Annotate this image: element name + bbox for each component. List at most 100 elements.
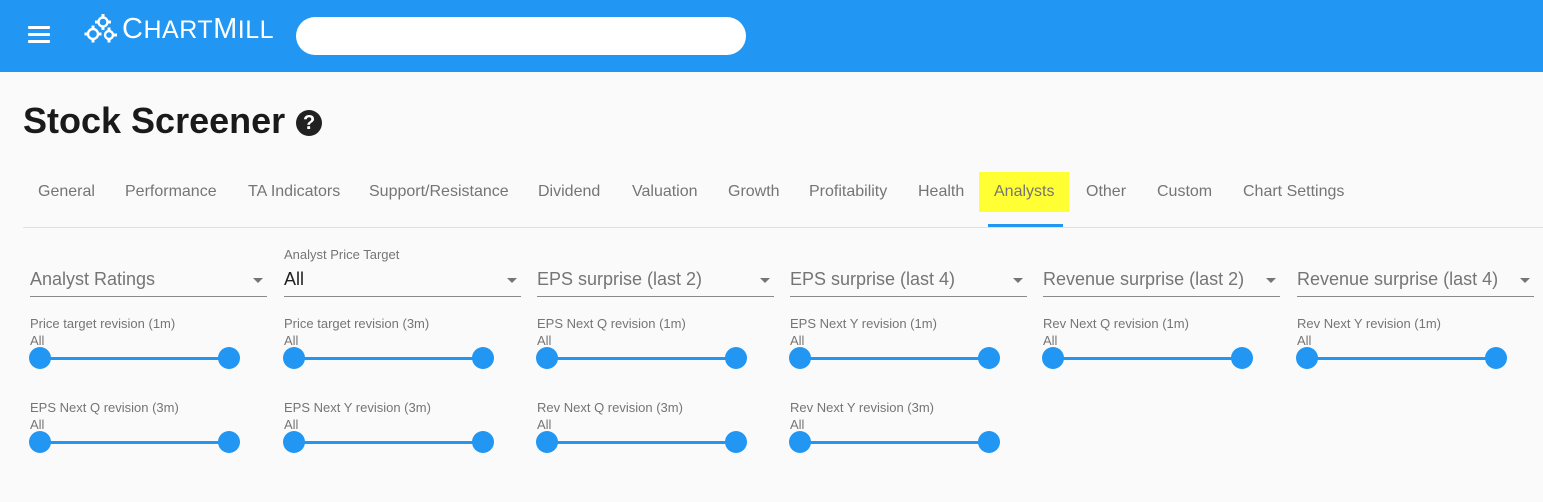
analyst-ratings-select[interactable]: Analyst Ratings (30, 253, 267, 297)
rev-next-q-revision-3m-slider: Rev Next Q revision (3m) All (536, 400, 757, 460)
slider-max-handle[interactable] (218, 431, 240, 453)
tab-performance[interactable]: Performance (125, 172, 217, 212)
slider-max-handle[interactable] (978, 431, 1000, 453)
slider-label: EPS Next Q revision (3m) (30, 400, 179, 415)
slider-track[interactable] (1306, 357, 1496, 360)
slider-min-handle[interactable] (789, 431, 811, 453)
slider-value: All (790, 417, 805, 432)
slider-value: All (284, 417, 299, 432)
eps-next-y-revision-1m-slider: EPS Next Y revision (1m) All (789, 316, 1010, 376)
slider-value: All (537, 417, 552, 432)
page-title-text: Stock Screener (23, 100, 286, 141)
dropdown-arrow-icon (507, 278, 517, 283)
revenue-surprise-last-2-select[interactable]: Revenue surprise (last 2) (1043, 253, 1280, 297)
gears-logo-icon (84, 14, 117, 43)
slider-max-handle[interactable] (218, 347, 240, 369)
slider-max-handle[interactable] (978, 347, 1000, 369)
slider-max-handle[interactable] (472, 347, 494, 369)
tab-profitability[interactable]: Profitability (809, 172, 887, 212)
slider-track[interactable] (799, 441, 989, 444)
slider-min-handle[interactable] (1296, 347, 1318, 369)
select-placeholder: Analyst Ratings (30, 269, 156, 289)
tab-chart-settings[interactable]: Chart Settings (1243, 172, 1344, 212)
slider-max-handle[interactable] (725, 431, 747, 453)
slider-min-handle[interactable] (536, 431, 558, 453)
eps-surprise-last-2-select[interactable]: EPS surprise (last 2) (537, 253, 774, 297)
slider-min-handle[interactable] (29, 431, 51, 453)
slider-max-handle[interactable] (1485, 347, 1507, 369)
slider-min-handle[interactable] (283, 347, 305, 369)
slider-track[interactable] (293, 441, 483, 444)
slider-min-handle[interactable] (283, 431, 305, 453)
select-placeholder: Revenue surprise (last 2) (1043, 269, 1245, 289)
tab-ta-indicators[interactable]: TA Indicators (248, 172, 340, 212)
tab-valuation[interactable]: Valuation (632, 172, 698, 212)
rev-next-y-revision-1m-slider: Rev Next Y revision (1m) All (1296, 316, 1517, 376)
slider-value: All (537, 333, 552, 348)
slider-track[interactable] (546, 441, 736, 444)
eps-next-q-revision-1m-slider: EPS Next Q revision (1m) All (536, 316, 757, 376)
tab-support-resistance[interactable]: Support/Resistance (369, 172, 509, 212)
dropdown-arrow-icon (760, 278, 770, 283)
rev-next-q-revision-1m-slider: Rev Next Q revision (1m) All (1042, 316, 1263, 376)
tab-general[interactable]: General (38, 172, 95, 212)
hamburger-menu-icon[interactable] (28, 26, 50, 46)
tab-dividend[interactable]: Dividend (538, 172, 600, 212)
top-app-bar: CHARTMILL (0, 0, 1543, 72)
slider-track[interactable] (799, 357, 989, 360)
slider-track[interactable] (39, 441, 229, 444)
search-input[interactable] (296, 17, 746, 55)
slider-label: EPS Next Y revision (3m) (284, 400, 431, 415)
slider-track[interactable] (1052, 357, 1242, 360)
eps-next-q-revision-3m-slider: EPS Next Q revision (3m) All (29, 400, 250, 460)
category-tabs: General Performance TA Indicators Suppor… (23, 172, 1543, 228)
price-target-revision-1m-slider: Price target revision (1m) All (29, 316, 250, 376)
slider-value: All (1297, 333, 1312, 348)
brand-name: CHARTMILL (122, 12, 275, 45)
help-icon[interactable]: ? (296, 110, 323, 136)
active-tab-indicator (988, 224, 1063, 227)
slider-label: Rev Next Y revision (3m) (790, 400, 935, 415)
slider-label: Rev Next Y revision (1m) (1297, 316, 1442, 331)
dropdown-arrow-icon (1013, 278, 1023, 283)
slider-min-handle[interactable] (789, 347, 811, 369)
slider-label: Rev Next Q revision (1m) (1043, 316, 1189, 331)
slider-label: Rev Next Q revision (3m) (537, 400, 683, 415)
slider-max-handle[interactable] (472, 431, 494, 453)
slider-track[interactable] (293, 357, 483, 360)
slider-value: All (30, 333, 45, 348)
slider-label: Price target revision (1m) (30, 316, 176, 331)
eps-surprise-last-4-select[interactable]: EPS surprise (last 4) (790, 253, 1027, 297)
price-target-revision-3m-slider: Price target revision (3m) All (283, 316, 504, 376)
slider-min-handle[interactable] (1042, 347, 1064, 369)
slider-track[interactable] (39, 357, 229, 360)
tab-health[interactable]: Health (918, 172, 964, 212)
analyst-price-target-select[interactable]: Analyst Price Target All (284, 247, 521, 297)
slider-value: All (790, 333, 805, 348)
slider-track[interactable] (546, 357, 736, 360)
slider-label: EPS Next Q revision (1m) (537, 316, 686, 331)
select-value: All (284, 269, 305, 289)
chartmill-logo[interactable]: CHARTMILL (84, 12, 274, 46)
select-label: Analyst Price Target (284, 247, 400, 262)
revenue-surprise-last-4-select[interactable]: Revenue surprise (last 4) (1297, 253, 1534, 297)
slider-max-handle[interactable] (1231, 347, 1253, 369)
tab-growth[interactable]: Growth (728, 172, 780, 212)
slider-value: All (1043, 333, 1058, 348)
slider-max-handle[interactable] (725, 347, 747, 369)
dropdown-arrow-icon (1266, 278, 1276, 283)
slider-min-handle[interactable] (536, 347, 558, 369)
select-placeholder: EPS surprise (last 2) (537, 269, 703, 289)
page-title: Stock Screener ? (23, 100, 323, 142)
slider-value: All (30, 417, 45, 432)
tab-custom[interactable]: Custom (1157, 172, 1212, 212)
rev-next-y-revision-3m-slider: Rev Next Y revision (3m) All (789, 400, 1010, 460)
tab-other[interactable]: Other (1086, 172, 1126, 212)
select-placeholder: Revenue surprise (last 4) (1297, 269, 1499, 289)
slider-value: All (284, 333, 299, 348)
dropdown-arrow-icon (253, 278, 263, 283)
select-placeholder: EPS surprise (last 4) (790, 269, 956, 289)
slider-label: Price target revision (3m) (284, 316, 430, 331)
tab-analysts[interactable]: Analysts (979, 172, 1070, 212)
slider-min-handle[interactable] (29, 347, 51, 369)
